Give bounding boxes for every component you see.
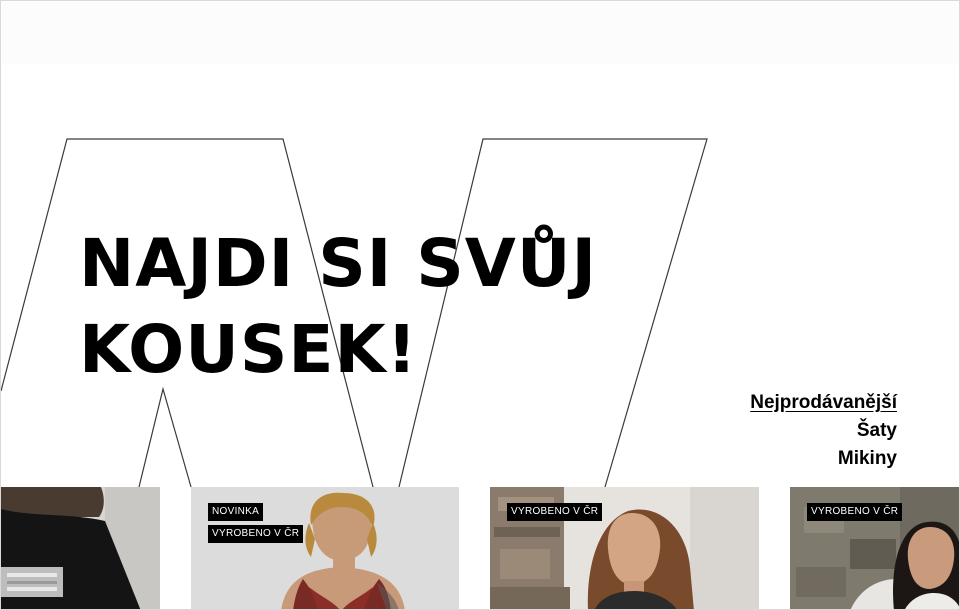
- product-card-1[interactable]: [1, 487, 160, 609]
- badge-made-in-cz: VYROBENO V ČR: [807, 503, 903, 521]
- hero-title-line-1: NAJDI SI SVŮJ: [79, 225, 598, 302]
- product-badges-4: VYROBENO V ČR: [807, 503, 903, 521]
- badge-new: NOVINKA: [208, 503, 264, 521]
- product-card-3[interactable]: VYROBENO V ČR: [490, 487, 759, 609]
- hero-title: NAJDI SI SVŮJ KOUSEK!: [79, 221, 699, 393]
- badge-made-in-cz: VYROBENO V ČR: [507, 503, 603, 521]
- top-header-bar: [2, 2, 959, 64]
- category-link-hoodies[interactable]: Mikiny: [750, 445, 897, 473]
- product-image-1: [1, 487, 160, 609]
- category-link-bestsellers[interactable]: Nejprodávanější: [750, 389, 897, 417]
- product-badges-2: NOVINKA VYROBENO V ČR: [208, 503, 304, 543]
- hero-title-line-2: KOUSEK!: [79, 311, 418, 388]
- category-filter-nav: Nejprodávanější Šaty Mikiny: [750, 389, 897, 473]
- badge-made-in-cz: VYROBENO V ČR: [208, 525, 304, 543]
- product-card-2[interactable]: NOVINKA VYROBENO V ČR: [191, 487, 459, 609]
- product-badges-3: VYROBENO V ČR: [507, 503, 603, 521]
- product-card-4[interactable]: VYROBENO V ČR: [790, 487, 959, 609]
- page: NAJDI SI SVŮJ KOUSEK! Nejprodávanější Ša…: [0, 0, 960, 610]
- category-link-dresses[interactable]: Šaty: [750, 417, 897, 445]
